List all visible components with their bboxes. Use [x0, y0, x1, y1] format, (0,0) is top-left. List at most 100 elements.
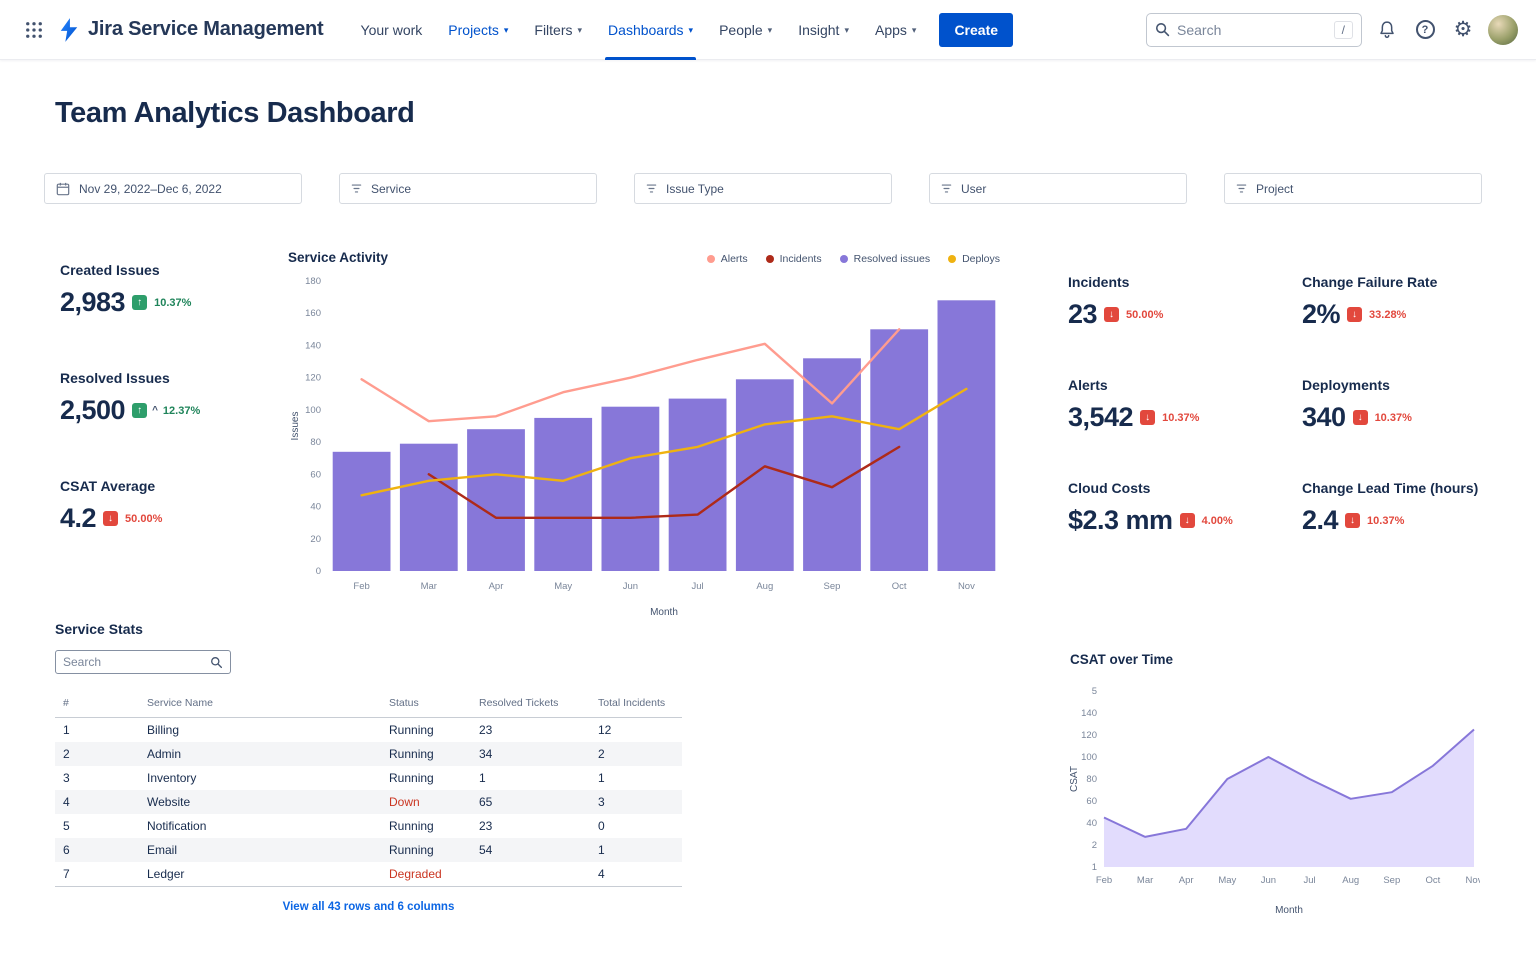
legend-item-alerts[interactable]: Alerts [707, 253, 748, 265]
create-button[interactable]: Create [939, 13, 1013, 47]
arrow-up-badge: ↑ [132, 403, 147, 418]
filter-project[interactable]: Project [1224, 173, 1482, 204]
nav-item-label: Insight [798, 22, 839, 38]
cell: 7 [55, 862, 139, 887]
top-navbar: Jira Service Management Your workProject… [0, 0, 1536, 60]
table-row[interactable]: 3InventoryRunning11 [55, 766, 682, 790]
nav-item-people[interactable]: People▾ [708, 0, 783, 60]
nav-item-your-work[interactable]: Your work [350, 0, 434, 60]
svg-text:Nov: Nov [958, 581, 975, 592]
cell: 6 [55, 838, 139, 862]
column-header-total-incidents: Total Incidents [590, 691, 682, 718]
kpi-alerts: Alerts3,542↓10.37% [1068, 377, 1302, 480]
app-switcher-icon[interactable] [18, 13, 50, 47]
service-name-cell: Ledger [139, 862, 381, 887]
help-button[interactable]: ? [1412, 16, 1438, 44]
notifications-button[interactable] [1374, 16, 1400, 44]
filter-nov-29-2022-dec-6-2022[interactable]: Nov 29, 2022–Dec 6, 2022 [44, 173, 302, 204]
svg-text:40: 40 [1086, 818, 1097, 829]
svg-text:CSAT: CSAT [1069, 766, 1080, 792]
kpi-value-row: 4.2↓50.00% [60, 503, 275, 534]
service-name-cell: Email [139, 838, 381, 862]
kpi-value-row: 2.4↓10.37% [1302, 505, 1488, 536]
legend-label: Deploys [962, 253, 1000, 265]
kpi-value: 340 [1302, 402, 1346, 433]
svg-text:Sep: Sep [1383, 875, 1400, 886]
service-name-cell: Admin [139, 742, 381, 766]
filter-issue-type[interactable]: Issue Type [634, 173, 892, 204]
svg-text:80: 80 [1086, 774, 1097, 785]
column-header-service-name: Service Name [139, 691, 381, 718]
csat-over-time-chart: 514012010080604021FebMarAprMayJunJulAugS… [1068, 679, 1480, 919]
kpi-delta: 10.37% [154, 297, 191, 309]
navbar-right: / ? ⚙ [1146, 13, 1518, 47]
nav-item-filters[interactable]: Filters▾ [523, 0, 593, 60]
service-name-cell: Inventory [139, 766, 381, 790]
nav-item-insight[interactable]: Insight▾ [787, 0, 860, 60]
view-all-link[interactable]: View all 43 rows and 6 columns [55, 901, 682, 913]
legend-item-incidents[interactable]: Incidents [766, 253, 822, 265]
cell: 65 [471, 790, 590, 814]
kpi-value-row: 23↓50.00% [1068, 299, 1302, 330]
gear-icon: ⚙ [1454, 19, 1473, 40]
status-cell: Degraded [381, 862, 471, 887]
table-row[interactable]: 6EmailRunning541 [55, 838, 682, 862]
legend-item-resolved-issues[interactable]: Resolved issues [840, 253, 930, 265]
table-row[interactable]: 7LedgerDegraded4 [55, 862, 682, 887]
service-stats-search[interactable] [55, 650, 231, 674]
filter-label: Nov 29, 2022–Dec 6, 2022 [79, 182, 222, 196]
svg-text:100: 100 [305, 405, 321, 416]
svg-text:100: 100 [1081, 752, 1097, 763]
svg-text:Feb: Feb [1096, 875, 1112, 886]
kpi-value-row: $2.3 mm↓4.00% [1068, 505, 1302, 536]
user-avatar[interactable] [1488, 15, 1518, 45]
svg-text:Jun: Jun [1261, 875, 1276, 886]
table-header-row: #Service NameStatusResolved TicketsTotal… [55, 691, 682, 718]
kpi-delta: 50.00% [125, 513, 162, 525]
cell: 23 [471, 814, 590, 838]
nav-item-apps[interactable]: Apps▾ [864, 0, 927, 60]
svg-text:May: May [1218, 875, 1236, 886]
svg-text:140: 140 [1081, 708, 1097, 719]
legend-label: Resolved issues [854, 253, 930, 265]
kpi-label: CSAT Average [60, 478, 275, 494]
table-row[interactable]: 5NotificationRunning230 [55, 814, 682, 838]
caret-up-icon: ^ [152, 405, 158, 416]
kpi-label: Cloud Costs [1068, 480, 1302, 496]
legend-dot [840, 255, 848, 263]
filter-service[interactable]: Service [339, 173, 597, 204]
svg-text:Apr: Apr [1179, 875, 1194, 886]
kpi-grid-right: Incidents23↓50.00%Change Failure Rate2%↓… [1068, 274, 1488, 583]
search-input[interactable] [1177, 22, 1327, 38]
nav-item-projects[interactable]: Projects▾ [437, 0, 519, 60]
nav-item-dashboards[interactable]: Dashboards▾ [597, 0, 704, 60]
kpi-value: 2,500 [60, 395, 125, 426]
settings-button[interactable]: ⚙ [1450, 16, 1476, 44]
kpi-value: 2% [1302, 299, 1340, 330]
table-row[interactable]: 2AdminRunning342 [55, 742, 682, 766]
filter-user[interactable]: User [929, 173, 1187, 204]
kpi-value: 3,542 [1068, 402, 1133, 433]
chevron-down-icon: ▾ [768, 25, 773, 36]
svg-text:180: 180 [305, 276, 321, 287]
kpi-value: 2.4 [1302, 505, 1338, 536]
cell: 3 [590, 790, 682, 814]
question-icon: ? [1416, 20, 1435, 39]
svg-text:Jul: Jul [692, 581, 704, 592]
kpi-value: 23 [1068, 299, 1097, 330]
table-row[interactable]: 1BillingRunning2312 [55, 718, 682, 743]
chevron-down-icon: ▾ [578, 25, 583, 36]
cell [471, 862, 590, 887]
cell: 54 [471, 838, 590, 862]
filter-bar: Nov 29, 2022–Dec 6, 2022 Service Issue Typ… [44, 173, 1482, 204]
table-row[interactable]: 4WebsiteDown653 [55, 790, 682, 814]
cell: 23 [471, 718, 590, 743]
global-search[interactable]: / [1146, 13, 1362, 47]
jira-logo[interactable]: Jira Service Management [58, 17, 324, 43]
service-name-cell: Website [139, 790, 381, 814]
service-stats-search-input[interactable] [63, 655, 204, 669]
kpi-deployments: Deployments340↓10.37% [1302, 377, 1488, 480]
status-cell: Running [381, 766, 471, 790]
status-cell: Down [381, 790, 471, 814]
legend-item-deploys[interactable]: Deploys [948, 253, 1000, 265]
